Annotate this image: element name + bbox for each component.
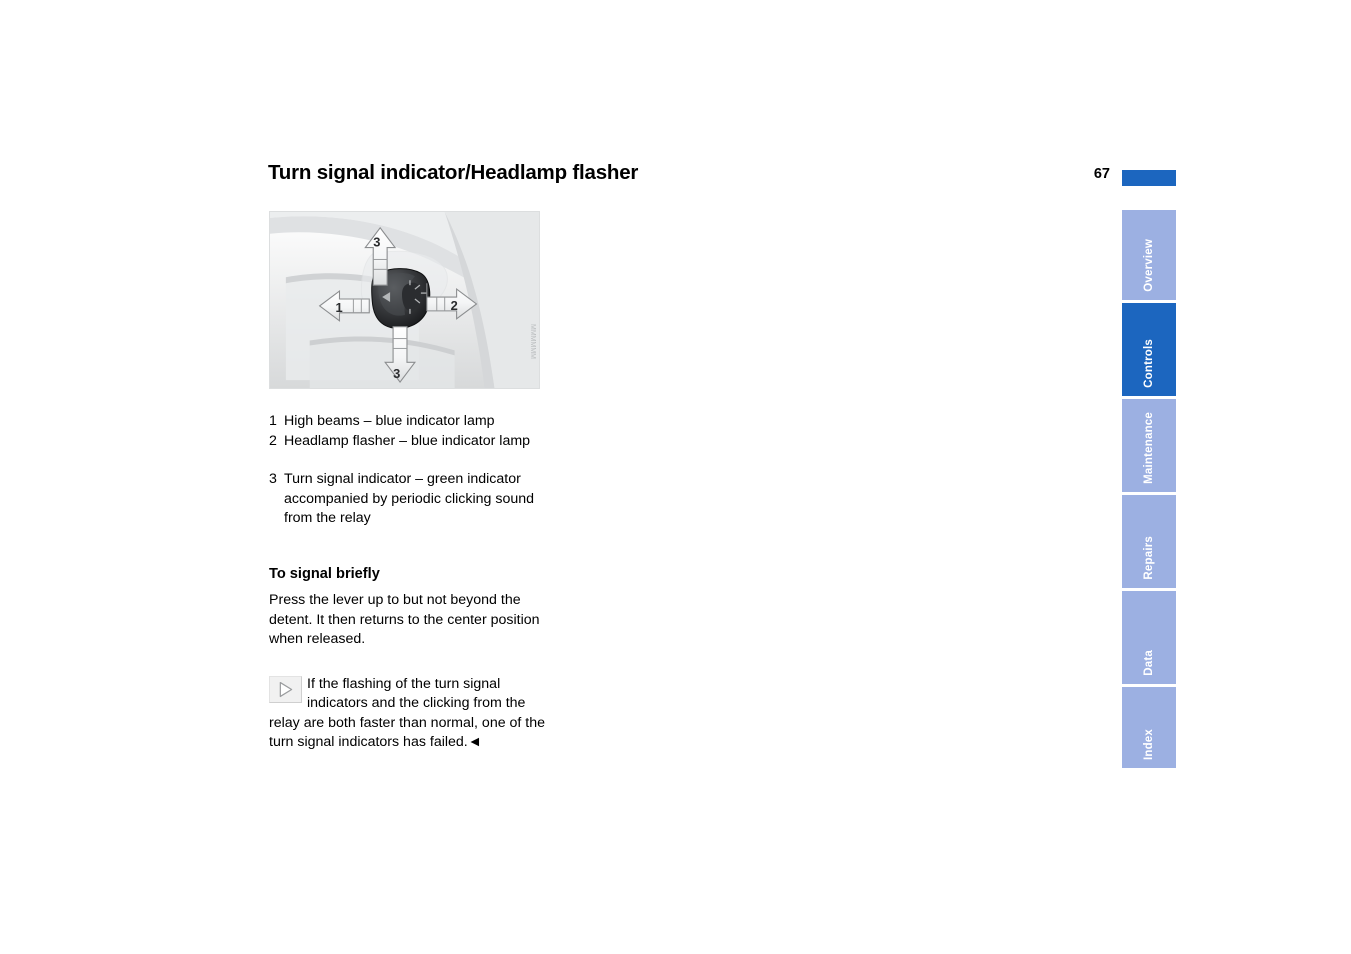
header-accent-bar [1122,170,1176,186]
list-item: 3 Turn signal indicator – green indicato… [269,470,551,529]
turn-signal-stalk-illustration: 3 3 1 2 MMMMMM [269,211,540,389]
section-heading: To signal briefly [269,566,380,583]
section-tabs-sidebar: Overview Controls Maintenance Repairs Da… [1122,210,1176,768]
page-header: Turn signal indicator/Headlamp flasher 6… [268,160,1178,192]
svg-text:3: 3 [373,235,380,250]
list-item: 2 Headlamp flasher – blue indicator lamp [269,432,551,452]
note-text: If the flashing of the turn signal indic… [269,675,546,751]
triangle-glyph [279,681,293,697]
sidebar-tab-repairs[interactable]: Repairs [1122,495,1176,588]
section-body-text: Press the lever up to but not beyond the… [269,592,540,648]
list-item-text: Turn signal indicator – green indicator … [284,470,534,527]
body-text-column: 1 High beams – blue indicator lamp 2 Hea… [269,412,551,753]
figure-graphic: 3 3 1 2 [270,212,539,388]
list-item: 1 High beams – blue indicator lamp [269,412,551,432]
figure-code: MMMMMM [529,324,536,359]
sidebar-tab-label: Controls [1143,339,1155,388]
list-item-text: High beams – blue indicator lamp [284,413,495,429]
sidebar-tab-controls[interactable]: Controls [1122,303,1176,396]
svg-text:3: 3 [393,366,400,381]
sidebar-tab-label: Index [1143,728,1155,760]
sidebar-tab-label: Overview [1143,239,1155,292]
sidebar-tab-data[interactable]: Data [1122,591,1176,684]
sidebar-tab-label: Maintenance [1143,412,1155,484]
page-number: 67 [1093,166,1110,182]
list-item-number: 1 [269,413,277,429]
sidebar-tab-label: Data [1143,650,1155,676]
note-block: If the flashing of the turn signal indic… [269,675,551,753]
note-triangle-icon [269,675,302,703]
sidebar-tab-overview[interactable]: Overview [1122,210,1176,300]
sidebar-tab-maintenance[interactable]: Maintenance [1122,399,1176,492]
svg-text:2: 2 [451,298,458,313]
list-item-number: 3 [269,470,277,487]
note-end-marker: ◄ [467,734,482,751]
page-title: Turn signal indicator/Headlamp flasher [268,161,639,184]
sidebar-tab-index[interactable]: Index [1122,687,1176,768]
list-item-text: Headlamp flasher – blue indicator lamp [284,432,531,449]
list-item-number: 2 [269,432,277,449]
sidebar-tab-label: Repairs [1143,536,1155,580]
svg-text:1: 1 [336,300,343,315]
